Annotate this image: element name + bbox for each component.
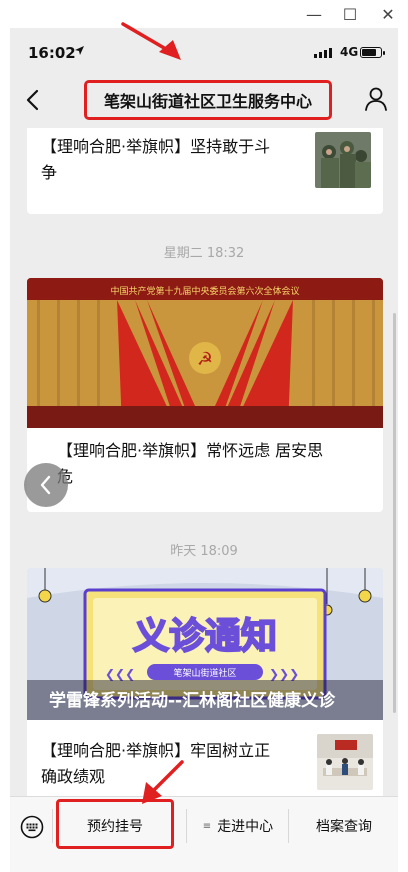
article-title-line: 【理响合肥·举旗帜】常怀远虑 居安思 <box>57 441 324 460</box>
menu-item-records[interactable]: 档案查询 <box>290 797 398 855</box>
article-title-line: 【理响合肥·举旗帜】牢固树立正 <box>41 741 271 760</box>
message-timestamp: 昨天 18:09 <box>170 544 238 559</box>
article-title-line: 【理响合肥·举旗帜】坚持敢于斗 <box>41 137 271 156</box>
article-title-line: 确政绩观 <box>41 767 106 786</box>
back-icon[interactable] <box>22 86 46 114</box>
poster-badge: 笔架山街道社区 <box>173 667 236 679</box>
article-card[interactable]: 义诊通知 笔架山街道社区 ❮❮❮ ❯❯❯ 学雷锋系列活动--汇林阁社区健康义诊 【… <box>27 568 383 796</box>
svg-text:☭: ☭ <box>197 349 213 370</box>
article-title-line: 危 <box>57 464 377 490</box>
menu-divider <box>52 809 53 843</box>
bottom-menu-bar: 预约挂号 ≡ 走进中心 档案查询 <box>10 796 398 872</box>
status-bar: 16:02 4G <box>10 28 398 72</box>
network-type: 4G <box>340 45 359 59</box>
article-thumbnail <box>317 734 373 790</box>
minimize-button[interactable]: — <box>302 4 326 24</box>
battery-icon <box>360 47 385 58</box>
menu-item-label: 档案查询 <box>316 819 372 835</box>
floating-back-button[interactable] <box>24 463 68 507</box>
phone-screen: 16:02 4G 笔架山街道社区卫生服务中心 【理响合肥·举旗帜】坚持敢于斗 争 <box>10 28 398 872</box>
highlight-box <box>56 799 174 849</box>
maximize-button[interactable]: ☐ <box>338 4 362 24</box>
window-chrome: — ☐ ✕ <box>0 0 408 28</box>
article-card[interactable]: 【理响合肥·举旗帜】坚持敢于斗 争 <box>27 128 383 214</box>
banner-text: 中国共产党第十九届中央委员会第六次全体会议 <box>110 285 299 297</box>
message-feed[interactable]: 【理响合肥·举旗帜】坚持敢于斗 争 星期二 18:32 中国共产党第十九届中央委… <box>10 128 398 796</box>
svg-text:❮❮❮: ❮❮❮ <box>105 667 135 681</box>
chevron-left-icon <box>40 475 51 495</box>
menu-divider <box>186 809 187 843</box>
signal-icon <box>314 48 332 58</box>
status-time: 16:02 <box>28 44 76 62</box>
close-button[interactable]: ✕ <box>376 4 400 24</box>
article-title-line: 争 <box>41 163 58 182</box>
article-title: 【理响合肥·举旗帜】常怀远虑 居安思 危 <box>57 438 377 490</box>
article-title: 【理响合肥·举旗帜】坚持敢于斗 争 <box>41 134 311 186</box>
article-thumbnail <box>315 132 371 188</box>
nav-bar: 笔架山街道社区卫生服务中心 <box>10 72 398 128</box>
article-title: 【理响合肥·举旗帜】牢固树立正 确政绩观 <box>41 738 311 790</box>
scrollbar-thumb[interactable] <box>393 313 396 713</box>
keyboard-icon[interactable] <box>20 815 44 839</box>
menu-item-label: 走进中心 <box>217 819 274 835</box>
person-icon[interactable] <box>364 86 388 112</box>
svg-text:❯❯❯: ❯❯❯ <box>269 667 299 681</box>
page-title: 笔架山街道社区卫生服务中心 <box>84 80 332 120</box>
location-arrow-icon <box>74 45 85 59</box>
menu-icon: ≡ <box>202 820 212 832</box>
menu-divider <box>288 809 289 843</box>
article-card[interactable]: 中国共产党第十九届中央委员会第六次全体会议 ☭ 【理响合肥·举旗帜】常怀远虑 居… <box>27 278 383 512</box>
poster-title: 义诊通知 <box>133 616 277 657</box>
cover-caption: 学雷锋系列活动--汇林阁社区健康义诊 <box>49 691 336 711</box>
menu-item-about-center[interactable]: ≡ 走进中心 <box>188 797 288 855</box>
article-cover-image: 中国共产党第十九届中央委员会第六次全体会议 ☭ <box>27 278 383 428</box>
message-timestamp: 星期二 18:32 <box>163 246 245 261</box>
